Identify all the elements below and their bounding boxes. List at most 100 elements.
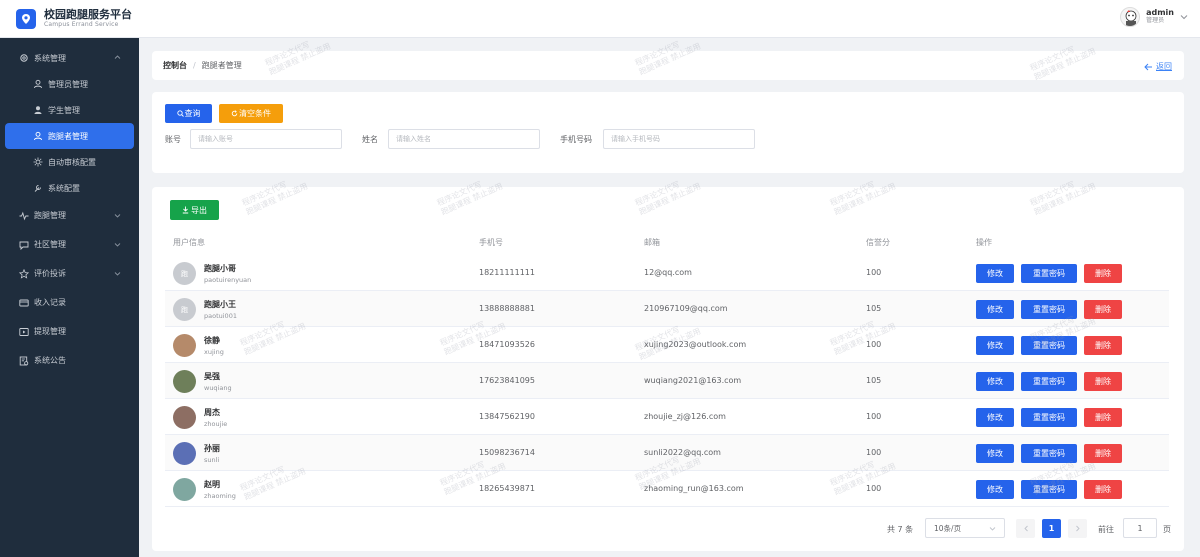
sidebar-item-errands[interactable]: 跑腿管理: [0, 201, 139, 230]
edit-button[interactable]: 修改: [976, 336, 1014, 355]
sidebar-item-community[interactable]: 社区管理: [0, 230, 139, 259]
export-button-label: 导出: [191, 205, 207, 215]
app-title: 校园跑腿服务平台: [44, 8, 132, 21]
breadcrumb-root[interactable]: 控制台: [163, 60, 187, 71]
runner-phone: 18471093526: [479, 340, 535, 349]
sidebar-item-reviews[interactable]: 评价投诉: [0, 259, 139, 288]
reset-password-button[interactable]: 重置密码: [1021, 336, 1077, 355]
runner-email: zhaoming_run@163.com: [644, 484, 744, 493]
clear-button-label: 清空条件: [239, 109, 271, 118]
delete-button[interactable]: 删除: [1084, 264, 1122, 283]
sidebar-item-label: 系统公告: [34, 356, 66, 365]
clear-button[interactable]: 清空条件: [219, 104, 283, 123]
runner-account: zhaoming: [204, 492, 236, 500]
delete-button[interactable]: 删除: [1084, 372, 1122, 391]
top-bar: 校园跑腿服务平台 Campus Errand Service admin 管理员: [0, 0, 1200, 38]
reset-password-button[interactable]: 重置密码: [1021, 444, 1077, 463]
name-input[interactable]: [388, 129, 540, 149]
runner-phone: 17623841095: [479, 376, 535, 385]
runner-score: 100: [866, 448, 882, 457]
brand: 校园跑腿服务平台 Campus Errand Service: [44, 9, 132, 28]
back-link[interactable]: 返回: [1144, 61, 1172, 72]
runner-account: zhoujie: [204, 420, 228, 428]
runner-account: sunli: [204, 456, 220, 464]
prev-page-button[interactable]: [1016, 519, 1035, 538]
query-button[interactable]: 查询: [165, 104, 212, 123]
breadcrumb: 控制台 / 跑腿者管理 返回: [152, 51, 1184, 80]
sidebar-item-sys-config[interactable]: 系统配置: [0, 175, 139, 201]
goto-page-input[interactable]: 1: [1123, 518, 1157, 538]
account-input[interactable]: [190, 129, 342, 149]
runner-name: 周杰: [204, 408, 220, 417]
query-button-label: 查询: [184, 109, 201, 118]
goto-label: 前往: [1098, 525, 1114, 534]
avatar: 跑: [173, 298, 196, 321]
runner-email: sunli2022@qq.com: [644, 448, 721, 457]
card-icon: [19, 298, 29, 308]
column-header-phone: 手机号: [479, 238, 503, 247]
sidebar-item-auto-review[interactable]: 自动审核配置: [0, 149, 139, 175]
reset-password-button[interactable]: 重置密码: [1021, 264, 1077, 283]
notice-icon: [19, 356, 29, 366]
reset-password-button[interactable]: 重置密码: [1021, 300, 1077, 319]
sun-icon: [33, 157, 43, 167]
avatar[interactable]: [1120, 7, 1141, 27]
delete-button[interactable]: 删除: [1084, 336, 1122, 355]
next-page-button[interactable]: [1068, 519, 1087, 538]
runner-name: 孙丽: [204, 444, 220, 453]
runner-phone: 18265439871: [479, 484, 535, 493]
sidebar-item-label: 管理员管理: [48, 79, 88, 89]
edit-button[interactable]: 修改: [976, 264, 1014, 283]
search-icon: [176, 110, 184, 117]
runner-name: 跑腿小哥: [204, 264, 236, 273]
delete-button[interactable]: 删除: [1084, 444, 1122, 463]
sidebar-item-label: 自动审核配置: [48, 157, 96, 167]
runner-name: 吴强: [204, 372, 220, 381]
search-panel: 查询 清空条件 账号 姓名 手机号码: [152, 92, 1184, 173]
runner-email: 210967109@qq.com: [644, 304, 728, 313]
breadcrumb-separator: /: [193, 61, 196, 70]
edit-button[interactable]: 修改: [976, 300, 1014, 319]
runner-account: paotuirenyuan: [204, 276, 252, 284]
pulse-icon: [19, 211, 29, 221]
chevron-down-icon: [989, 527, 996, 531]
reset-password-button[interactable]: 重置密码: [1021, 372, 1077, 391]
edit-button[interactable]: 修改: [976, 444, 1014, 463]
withdraw-icon: [19, 327, 29, 337]
edit-button[interactable]: 修改: [976, 480, 1014, 499]
edit-button[interactable]: 修改: [976, 372, 1014, 391]
phone-input[interactable]: [603, 129, 755, 149]
delete-button[interactable]: 删除: [1084, 300, 1122, 319]
delete-button[interactable]: 删除: [1084, 408, 1122, 427]
sidebar-item-income[interactable]: 收入记录: [0, 288, 139, 317]
user-role: 管理员: [1146, 17, 1165, 25]
chevron-down-icon[interactable]: [1180, 13, 1188, 21]
runner-email: 12@qq.com: [644, 268, 692, 277]
sidebar-item-runners[interactable]: 跑腿者管理: [5, 123, 134, 149]
sidebar-item-withdraw[interactable]: 提现管理: [0, 317, 139, 346]
avatar: [173, 406, 196, 429]
reset-password-button[interactable]: 重置密码: [1021, 480, 1077, 499]
sidebar-item-system[interactable]: 系统管理: [0, 45, 139, 71]
chevron-down-icon: [114, 243, 121, 247]
runner-phone: 15098236714: [479, 448, 535, 457]
user-icon: [33, 105, 43, 115]
user-menu[interactable]: admin 管理员: [1120, 7, 1188, 27]
page-size-select[interactable]: 10条/页: [925, 518, 1005, 538]
runner-account: wuqiang: [204, 384, 232, 392]
chevron-up-icon: [114, 55, 121, 59]
sidebar-item-label: 收入记录: [34, 298, 66, 307]
sidebar-item-notices[interactable]: 系统公告: [0, 346, 139, 375]
reset-password-button[interactable]: 重置密码: [1021, 408, 1077, 427]
page-button-1[interactable]: 1: [1042, 519, 1061, 538]
sidebar-item-label: 学生管理: [48, 105, 80, 115]
chevron-right-icon: [1075, 525, 1080, 532]
delete-button[interactable]: 删除: [1084, 480, 1122, 499]
sidebar-item-students[interactable]: 学生管理: [0, 97, 139, 123]
edit-button[interactable]: 修改: [976, 408, 1014, 427]
column-header-actions: 操作: [976, 238, 992, 247]
sidebar-item-admins[interactable]: 管理员管理: [0, 71, 139, 97]
runner-phone: 13847562190: [479, 412, 535, 421]
table-row: 跑 跑腿小王 paotui001 13888888881 210967109@q…: [165, 291, 1169, 327]
export-button[interactable]: 导出: [170, 200, 219, 220]
